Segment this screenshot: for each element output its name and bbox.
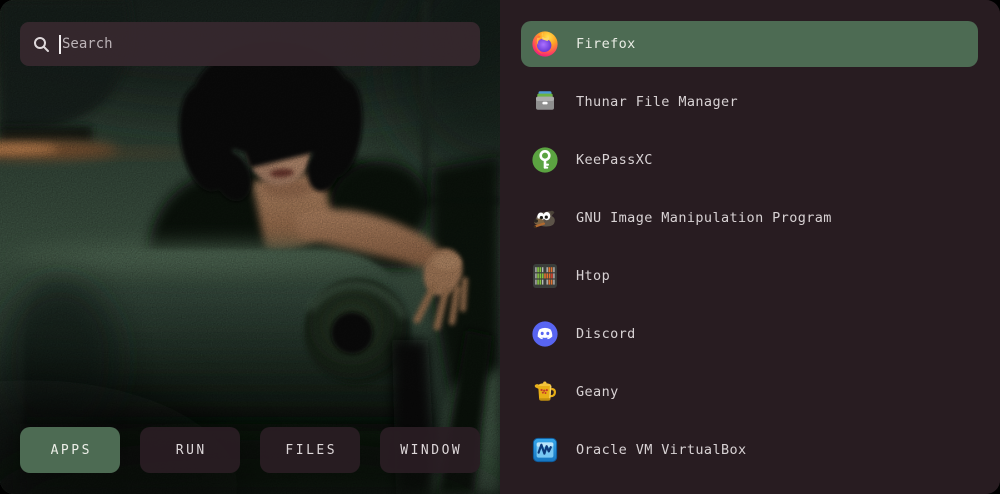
search-bar[interactable] [20, 22, 480, 66]
app-row-firefox[interactable]: Firefox [521, 21, 978, 67]
app-row-thunar[interactable]: Thunar File Manager [521, 79, 978, 125]
tab-run[interactable]: RUN [140, 427, 240, 473]
discord-icon [531, 320, 559, 348]
tab-window[interactable]: WINDOW [380, 427, 480, 473]
search-icon [33, 36, 50, 53]
app-row-gimp[interactable]: GNU Image Manipulation Program [521, 195, 978, 241]
app-label: Oracle VM VirtualBox [576, 442, 747, 458]
text-cursor [59, 35, 61, 54]
app-label: Thunar File Manager [576, 94, 738, 110]
tab-files[interactable]: FILES [260, 427, 360, 473]
mode-tabs: APPS RUN FILES WINDOW [0, 427, 500, 473]
firefox-icon [531, 30, 559, 58]
left-pane: APPS RUN FILES WINDOW [0, 0, 500, 494]
app-row-geany[interactable]: Geany [521, 369, 978, 415]
app-label: Geany [576, 384, 619, 400]
keepassxc-icon [531, 146, 559, 174]
htop-icon [531, 262, 559, 290]
search-input[interactable] [62, 36, 467, 52]
gimp-icon [531, 204, 559, 232]
app-list: Firefox Thunar File Manager KeePassXC GN… [500, 0, 1000, 494]
app-label: Discord [576, 326, 636, 342]
app-label: KeePassXC [576, 152, 653, 168]
app-label: Htop [576, 268, 610, 284]
app-label: Firefox [576, 36, 636, 52]
app-row-discord[interactable]: Discord [521, 311, 978, 357]
virtualbox-icon [531, 436, 559, 464]
launcher-window: APPS RUN FILES WINDOW Firefox Thunar File M… [0, 0, 1000, 494]
tab-apps[interactable]: APPS [20, 427, 120, 473]
app-row-keepassxc[interactable]: KeePassXC [521, 137, 978, 183]
wallpaper-illustration-woman-in-armchair [0, 0, 500, 494]
app-row-htop[interactable]: Htop [521, 253, 978, 299]
geany-icon [531, 378, 559, 406]
app-label: GNU Image Manipulation Program [576, 210, 832, 226]
thunar-icon [531, 88, 559, 116]
app-row-virtualbox[interactable]: Oracle VM VirtualBox [521, 427, 978, 473]
